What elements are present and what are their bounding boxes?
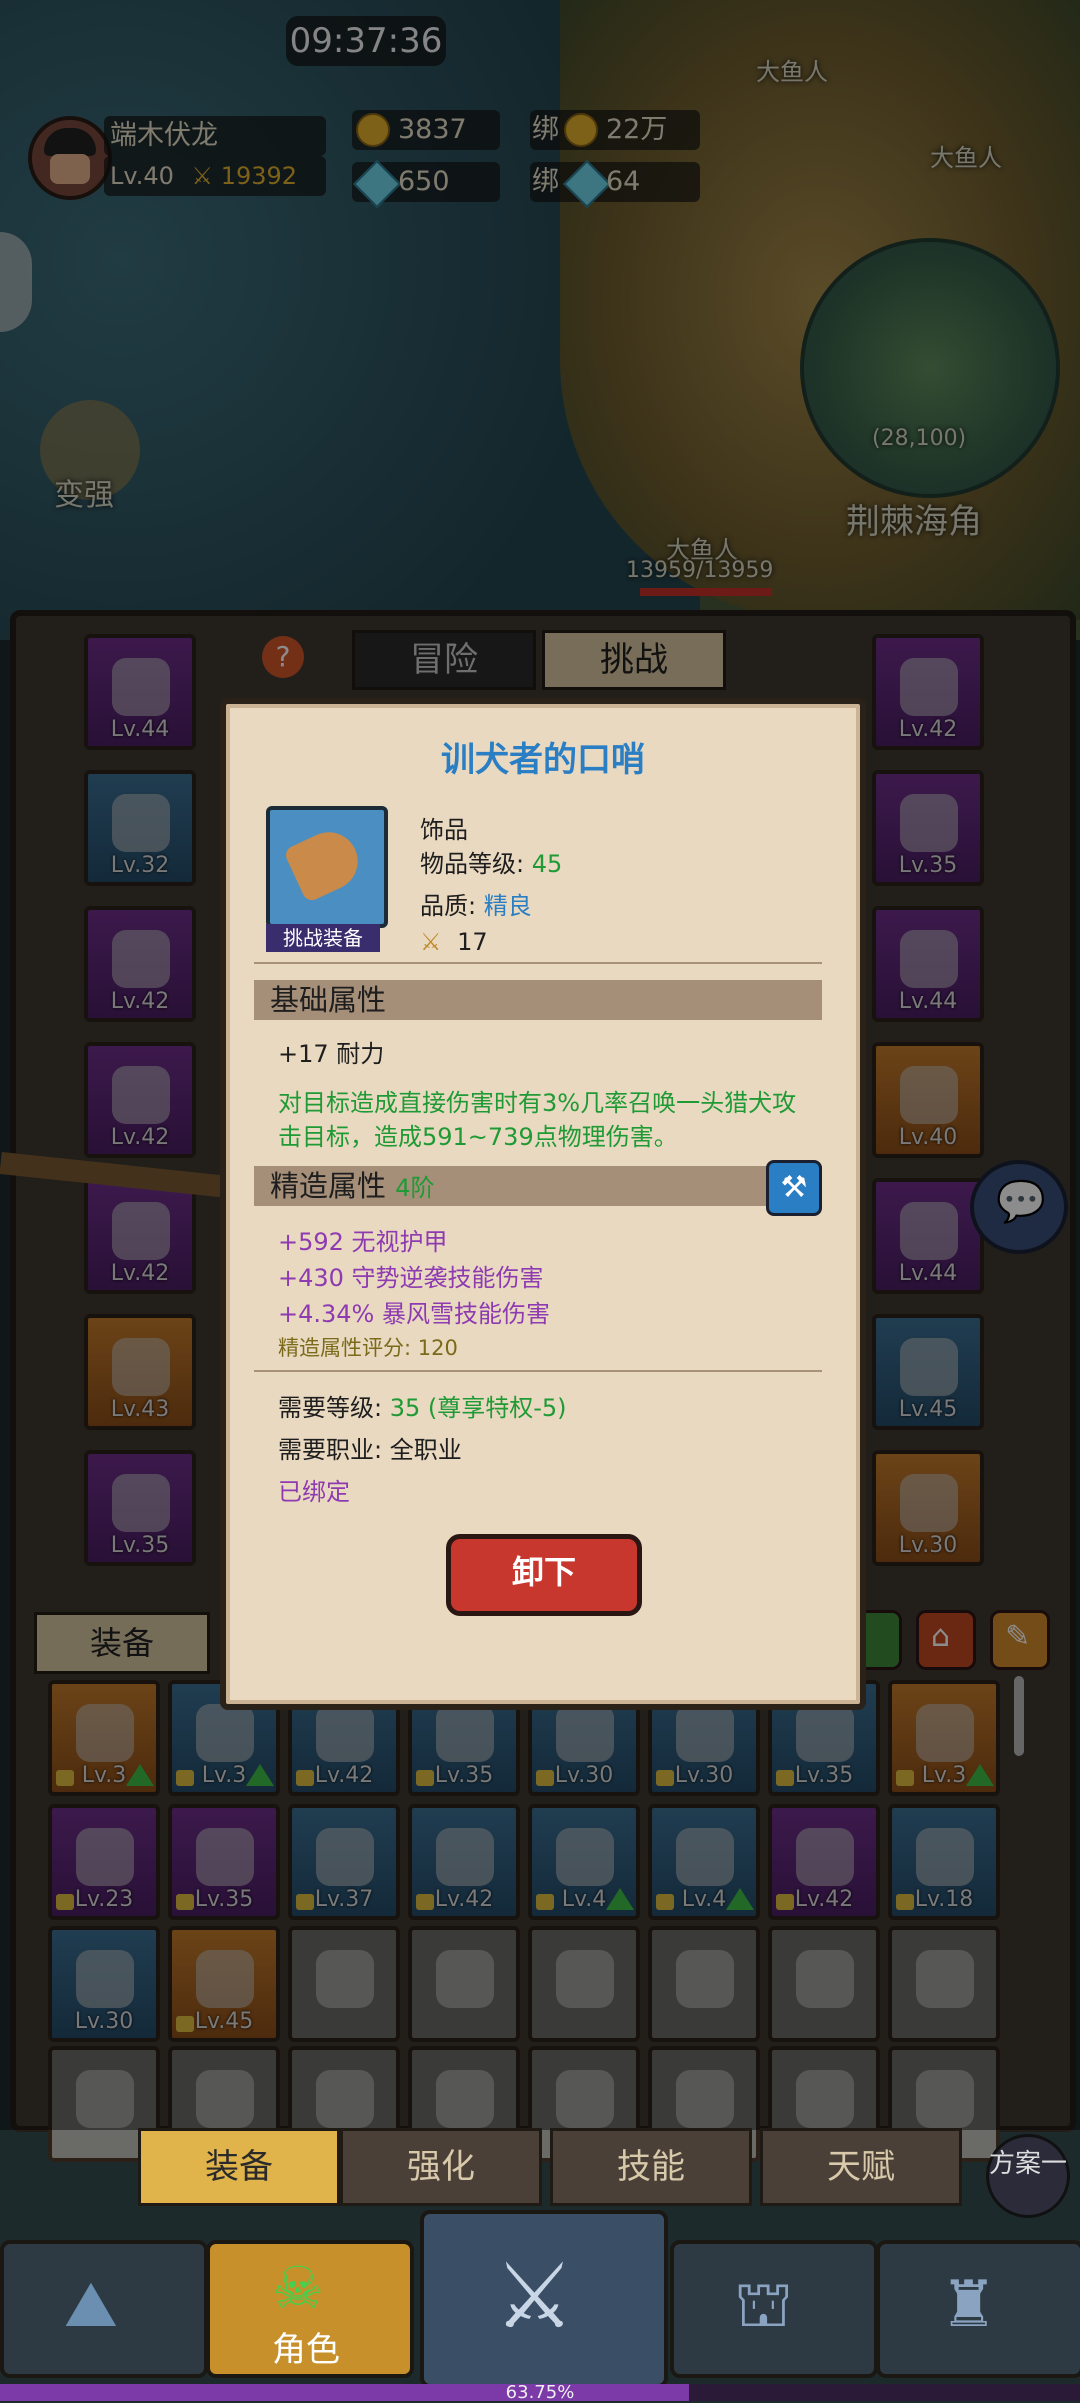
subtab-skills[interactable]: 技能 xyxy=(550,2128,752,2206)
divider xyxy=(254,962,822,964)
special-effect: 对目标造成直接伤害时有3%几率召唤一头猎犬攻击目标，造成591~739点物理伤害… xyxy=(278,1089,797,1151)
nav-character[interactable]: ☠ 角色 xyxy=(206,2240,414,2378)
refine-score: 精造属性评分: 120 xyxy=(278,1336,458,1360)
base-stat: +17 耐力 xyxy=(278,1040,385,1068)
base-attributes-header: 基础属性 xyxy=(254,980,822,1020)
required-level-label: 需要等级: xyxy=(278,1394,390,1422)
item-category: 饰品 xyxy=(420,816,468,844)
subtab-talents[interactable]: 天赋 xyxy=(760,2128,962,2206)
castle-icon: ⛫ xyxy=(734,2268,793,2342)
subtab-equipment[interactable]: 装备 xyxy=(138,2128,340,2206)
quality-label: 品质: xyxy=(420,892,484,920)
required-level-value: 35 (尊享特权-5) xyxy=(389,1394,567,1422)
challenge-gear-badge: 挑战装备 xyxy=(266,924,380,952)
crossed-swords-icon: ⚔ xyxy=(420,928,442,956)
item-level-value: 45 xyxy=(531,850,563,878)
refine-hammer-button[interactable]: ⚒ xyxy=(766,1160,822,1216)
rock-icon: ⛰ xyxy=(64,2268,118,2342)
refine-stat-3: +4.34% 暴风雪技能伤害 xyxy=(278,1300,550,1328)
crossed-swords-nav-icon: ⚔ xyxy=(494,2244,575,2349)
quality-value: 精良 xyxy=(483,892,532,920)
nav-guild[interactable]: ⛫ xyxy=(670,2240,878,2378)
whistle-icon xyxy=(282,822,368,904)
nav-character-label: 角色 xyxy=(272,2330,340,2370)
hammer-icon: ⚒ xyxy=(780,1170,808,1205)
character-helmet-icon: ☠ xyxy=(272,2254,324,2322)
refine-stat-2: +430 守势逆袭技能伤害 xyxy=(278,1264,544,1292)
nav-shop[interactable]: ♜ xyxy=(876,2240,1080,2378)
subtab-enhance[interactable]: 强化 xyxy=(340,2128,542,2206)
refine-stat-1: +592 无视护甲 xyxy=(278,1228,448,1256)
refine-tier: 4阶 xyxy=(395,1174,435,1202)
item-level-label: 物品等级: xyxy=(420,850,532,878)
refine-attributes-header: 精造属性 4阶 xyxy=(254,1166,822,1206)
item-icon-frame xyxy=(266,806,388,928)
nav-map[interactable]: ⛰ xyxy=(0,2240,208,2378)
item-name: 训犬者的口哨 xyxy=(441,740,645,780)
required-class: 需要职业: 全职业 xyxy=(278,1436,462,1464)
unequip-button[interactable]: 卸下 xyxy=(446,1534,642,1616)
divider xyxy=(254,1370,822,1372)
loadout-scheme-button[interactable]: 方案一 xyxy=(986,2134,1070,2218)
xp-percent: 63.75% xyxy=(505,2382,575,2403)
refine-title: 精造属性 xyxy=(270,1169,387,1203)
nav-battle[interactable]: ⚔ xyxy=(420,2210,668,2388)
fortress-icon: ♜ xyxy=(940,2268,998,2342)
bound-status: 已绑定 xyxy=(278,1478,350,1506)
item-score: 17 xyxy=(457,928,488,956)
